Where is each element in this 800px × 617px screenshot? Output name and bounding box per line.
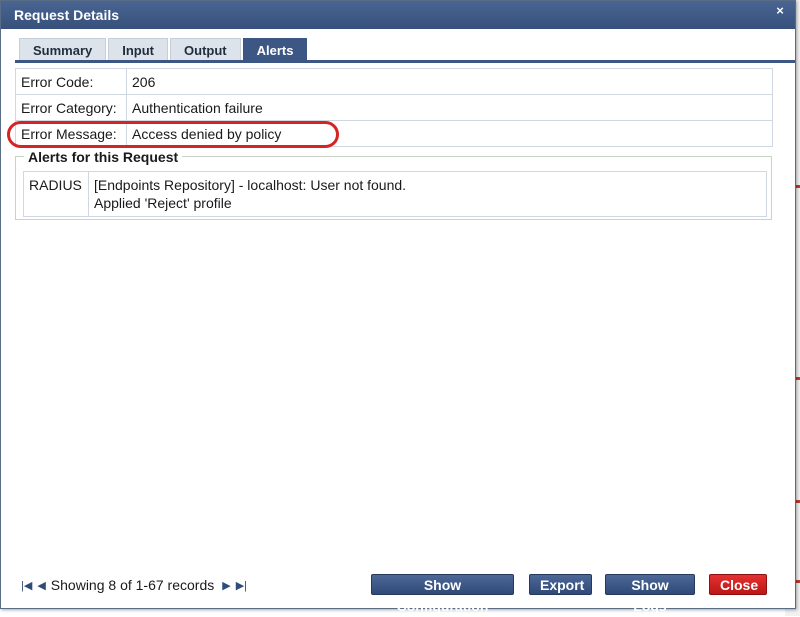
error-code-value: 206 (126, 68, 773, 95)
last-page-icon[interactable]: ▶| (236, 579, 247, 592)
pager: |◀ ◀ Showing 8 of 1-67 records ▶ ▶| (19, 577, 249, 593)
tab-input[interactable]: Input (108, 38, 169, 61)
error-message-value: Access denied by policy (126, 120, 773, 147)
table-row: Error Code: 206 (15, 68, 773, 95)
first-page-icon[interactable]: |◀ (21, 579, 32, 592)
dialog-titlebar[interactable]: Request Details × (1, 1, 795, 29)
prev-page-icon[interactable]: ◀ (37, 579, 45, 592)
table-row: Error Message: Access denied by policy (15, 120, 773, 147)
background-marker (796, 377, 800, 380)
close-icon[interactable]: × (774, 4, 786, 17)
error-category-value: Authentication failure (126, 94, 773, 121)
alerts-table: RADIUS [Endpoints Repository] - localhos… (23, 171, 767, 217)
background-marker (796, 580, 800, 583)
dialog-title: Request Details (14, 7, 120, 23)
tab-output[interactable]: Output (170, 38, 241, 61)
table-row: RADIUS [Endpoints Repository] - localhos… (23, 171, 767, 217)
tab-summary[interactable]: Summary (19, 38, 107, 61)
export-button[interactable]: Export (529, 574, 592, 595)
table-row: Error Category: Authentication failure (15, 94, 773, 121)
alert-message-line: [Endpoints Repository] - localhost: User… (94, 177, 407, 193)
alert-message-line: Applied 'Reject' profile (94, 195, 232, 211)
request-details-dialog: Request Details × Summary Input Output A… (0, 0, 796, 614)
tab-bar: Summary Input Output Alerts (19, 38, 309, 62)
alerts-fieldset: Alerts for this Request RADIUS [Endpoint… (15, 150, 772, 220)
pager-status: Showing 8 of 1-67 records (50, 577, 215, 593)
tab-alerts[interactable]: Alerts (242, 38, 308, 61)
error-category-label: Error Category: (15, 94, 127, 121)
error-code-label: Error Code: (15, 68, 127, 95)
tab-underline (15, 60, 795, 63)
alerts-title: Alerts for this Request (24, 150, 183, 164)
show-configuration-button[interactable]: Show Configuration (371, 574, 514, 614)
background-marker (796, 185, 800, 188)
show-logs-button[interactable]: Show Logs (605, 574, 695, 614)
close-button[interactable]: Close (709, 574, 767, 595)
background-marker (796, 500, 800, 503)
alert-source: RADIUS (23, 171, 89, 217)
alert-message: [Endpoints Repository] - localhost: User… (88, 171, 767, 217)
next-page-icon[interactable]: ▶ (222, 579, 230, 592)
error-details-table: Error Code: 206 Error Category: Authenti… (15, 68, 773, 147)
error-message-label: Error Message: (15, 120, 127, 147)
dialog-footer: |◀ ◀ Showing 8 of 1-67 records ▶ ▶| Show… (1, 571, 795, 614)
